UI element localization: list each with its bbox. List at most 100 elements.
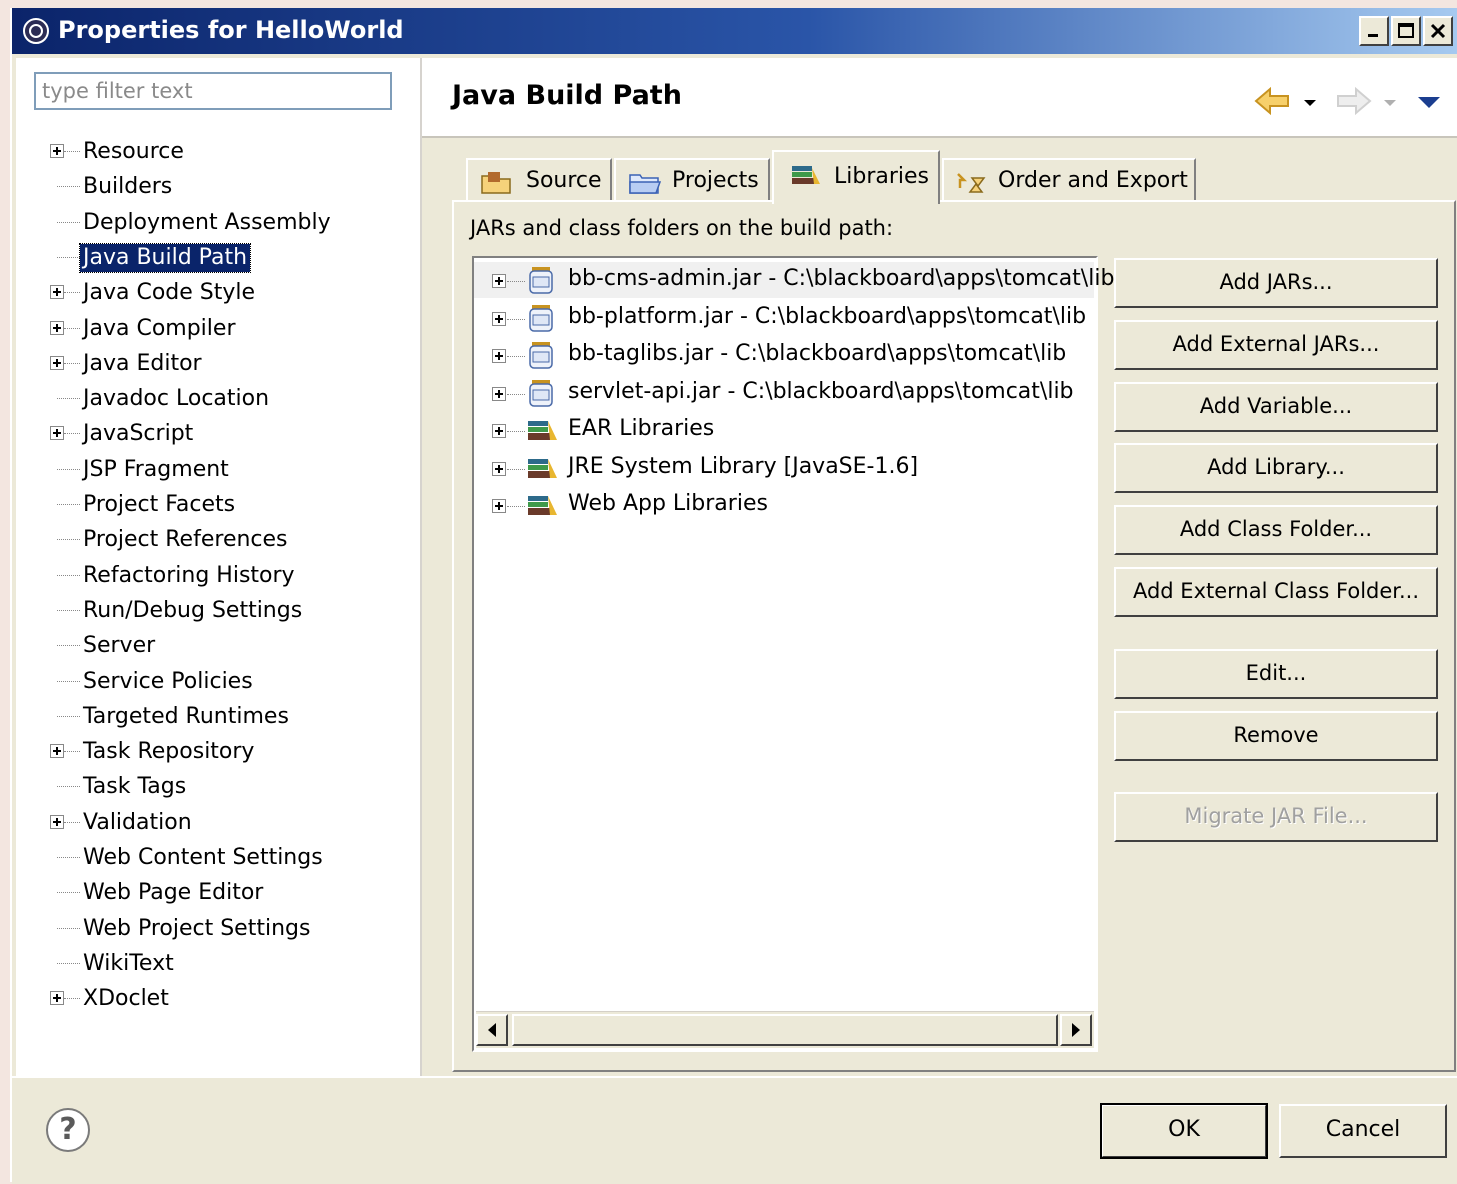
forward-dropdown-icon — [1384, 100, 1396, 106]
tree-item[interactable]: XDoclet — [16, 983, 420, 1017]
tree-connector — [57, 221, 80, 223]
jar-icon — [529, 342, 553, 369]
tree-item[interactable]: Builders — [16, 171, 420, 205]
expand-icon[interactable] — [50, 744, 64, 759]
tree-connector — [57, 786, 80, 788]
jar-icon — [529, 267, 553, 294]
build-path-entry-label: Web App Libraries — [568, 491, 768, 516]
window-title: Properties for HelloWorld — [58, 16, 404, 44]
migrate-jar-file-button: Migrate JAR File... — [1114, 792, 1438, 842]
ok-button[interactable]: OK — [1100, 1103, 1268, 1159]
cancel-button[interactable]: Cancel — [1279, 1104, 1447, 1158]
tree-item[interactable]: JavaScript — [16, 418, 420, 452]
edit-button[interactable]: Edit... — [1114, 649, 1438, 699]
horizontal-scrollbar[interactable] — [476, 1011, 1094, 1048]
back-arrow-icon[interactable] — [1254, 86, 1292, 116]
scroll-right-button[interactable] — [1060, 1014, 1092, 1046]
expand-icon[interactable] — [492, 386, 506, 401]
close-button[interactable] — [1423, 16, 1453, 46]
expand-icon[interactable] — [492, 349, 506, 363]
expand-icon[interactable] — [50, 285, 64, 300]
filter-input[interactable] — [34, 72, 392, 110]
tree-item[interactable]: Project Facets — [16, 489, 420, 523]
build-path-entry[interactable]: bb-platform.jar - C:\blackboard\apps\tom… — [474, 300, 1094, 336]
tree-item-label: JavaScript — [83, 421, 194, 447]
expand-icon[interactable] — [50, 355, 64, 370]
build-path-entry[interactable]: EAR Libraries — [474, 412, 1094, 448]
expand-icon[interactable] — [492, 461, 506, 476]
expand-icon[interactable] — [50, 814, 64, 829]
tree-item[interactable]: Web Project Settings — [16, 913, 420, 947]
tab-source[interactable]: Source — [466, 158, 612, 202]
build-path-entry[interactable]: servlet-api.jar - C:\blackboard\apps\tom… — [474, 375, 1094, 411]
tree-item[interactable]: Task Repository — [16, 736, 420, 770]
expand-icon[interactable] — [492, 499, 506, 513]
build-path-entry[interactable]: JRE System Library [JavaSE-1.6] — [474, 450, 1094, 486]
tree-item[interactable]: Java Build Path — [16, 242, 420, 276]
tree-item[interactable]: Service Policies — [16, 666, 420, 700]
expand-icon[interactable] — [50, 320, 64, 335]
add-external-class-folder-button[interactable]: Add External Class Folder... — [1114, 567, 1438, 617]
add-library-button[interactable]: Add Library... — [1114, 443, 1438, 493]
tree-connector — [507, 506, 525, 507]
tree-item-label: Deployment Assembly — [83, 209, 331, 235]
page-title: Java Build Path — [452, 80, 682, 111]
scroll-left-button[interactable] — [476, 1014, 508, 1046]
tab-projects[interactable]: Projects — [614, 158, 770, 202]
add-class-folder-button[interactable]: Add Class Folder... — [1114, 505, 1438, 555]
maximize-button[interactable] — [1391, 16, 1421, 46]
build-path-entry[interactable]: bb-cms-admin.jar - C:\blackboard\apps\to… — [474, 262, 1114, 298]
library-icon — [528, 421, 557, 440]
tree-item[interactable]: JSP Fragment — [16, 454, 420, 488]
build-path-entries-list[interactable]: Web App Libraries JRE System Library [Jav… — [472, 256, 1114, 1052]
tree-connector — [57, 574, 80, 576]
expand-icon[interactable] — [50, 144, 64, 158]
tab-order-and-export[interactable]: Order and Export — [942, 158, 1196, 202]
tree-connector — [57, 927, 80, 929]
expand-icon[interactable] — [50, 991, 64, 1006]
tree-item[interactable]: Server — [16, 630, 420, 664]
tree-item[interactable]: Java Code Style — [16, 277, 420, 311]
minimize-button[interactable] — [1359, 16, 1389, 46]
back-dropdown-icon[interactable] — [1302, 86, 1318, 116]
tree-item[interactable]: Javadoc Location — [16, 383, 420, 417]
tree-item[interactable]: Web Content Settings — [16, 842, 420, 876]
build-path-entry[interactable]: Web App Libraries — [474, 487, 1094, 523]
tree-item[interactable]: Deployment Assembly — [16, 207, 420, 241]
tree-item-label: Java Code Style — [83, 280, 256, 306]
add-variable-button[interactable]: Add Variable... — [1114, 382, 1438, 432]
tree-item[interactable]: Run/Debug Settings — [16, 595, 420, 629]
tree-connector — [57, 857, 80, 858]
expand-icon[interactable] — [492, 311, 506, 326]
build-path-entry[interactable]: bb-taglibs.jar - C:\blackboard\apps\tomc… — [474, 337, 1094, 373]
expand-icon[interactable] — [492, 274, 506, 288]
tab-libraries[interactable]: Libraries — [772, 150, 940, 204]
help-icon[interactable]: ? — [46, 1108, 90, 1152]
expand-icon[interactable] — [50, 426, 64, 441]
tree-item[interactable]: Validation — [16, 807, 420, 841]
tree-item[interactable]: Web Page Editor — [16, 877, 420, 911]
jar-icon — [529, 379, 553, 407]
tree-item[interactable]: Java Compiler — [16, 313, 420, 347]
tree-item[interactable]: Java Editor — [16, 348, 420, 382]
tree-item-label: Web Project Settings — [83, 915, 311, 941]
library-icon — [528, 496, 557, 515]
tree-item[interactable]: Targeted Runtimes — [16, 701, 420, 735]
scroll-thumb[interactable] — [512, 1014, 1058, 1046]
tree-item[interactable]: Project References — [16, 524, 420, 558]
tree-item[interactable]: WikiText — [16, 948, 420, 982]
add-external-jars-button[interactable]: Add External JARs... — [1114, 320, 1438, 370]
tab-source-label: Source — [526, 168, 602, 193]
tree-connector — [57, 186, 80, 188]
expand-icon[interactable] — [492, 424, 506, 438]
build-path-entry-label: bb-cms-admin.jar - C:\blackboard\apps\to… — [568, 266, 1115, 291]
build-path-label: JARs and class folders on the build path… — [470, 216, 894, 240]
tree-item[interactable]: Resource — [16, 136, 420, 170]
title-bar[interactable]: Properties for HelloWorld — [12, 8, 1457, 54]
view-menu-icon[interactable] — [1416, 86, 1442, 116]
tree-item[interactable]: Task Tags — [16, 771, 420, 805]
tab-libraries-label: Libraries — [834, 164, 930, 189]
add-jars-button[interactable]: Add JARs... — [1114, 258, 1438, 308]
tree-item[interactable]: Refactoring History — [16, 560, 420, 594]
remove-button[interactable]: Remove — [1114, 711, 1438, 761]
